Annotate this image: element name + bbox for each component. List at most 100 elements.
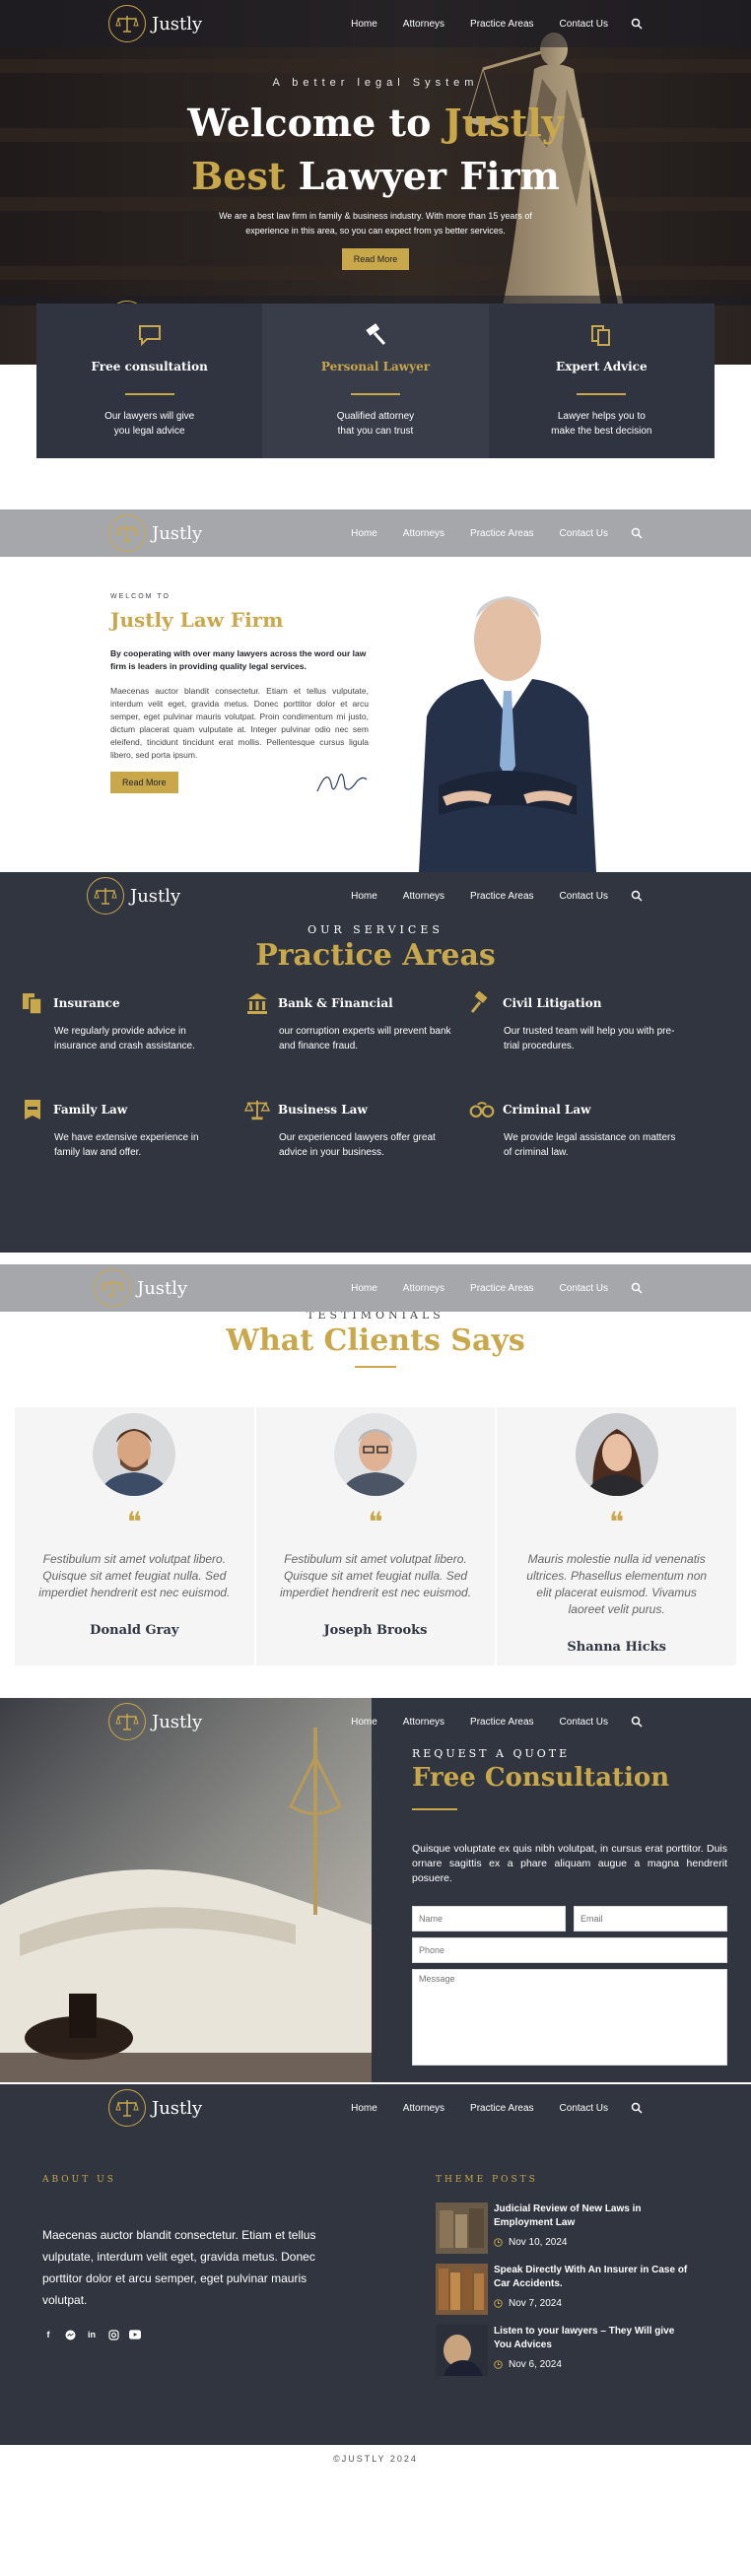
- nav-attorneys-link[interactable]: Attorneys: [390, 1717, 457, 1728]
- practice-item[interactable]: Criminal Law We provide legal assistance…: [469, 1097, 694, 1203]
- brand-logo[interactable]: Justly: [108, 2089, 202, 2127]
- testimonial-name: Donald Gray: [90, 1623, 179, 1638]
- scales-icon: [244, 1100, 270, 1120]
- nav-attorneys-link[interactable]: Attorneys: [390, 528, 457, 539]
- avatar: [93, 1413, 176, 1496]
- nav-contact-link[interactable]: Contact Us: [547, 1717, 621, 1728]
- phone-field[interactable]: [412, 1937, 727, 1963]
- hero-eyebrow: A better legal System: [272, 77, 479, 89]
- practice-item[interactable]: Insurance We regularly provide advice in…: [20, 990, 244, 1097]
- chat-icon: [138, 325, 161, 347]
- brand-logo[interactable]: Justly: [87, 877, 180, 915]
- name-field[interactable]: [412, 1906, 566, 1932]
- nav-home-link[interactable]: Home: [338, 19, 390, 30]
- post-date: Nov 6, 2024: [494, 2359, 692, 2370]
- nav-home-link[interactable]: Home: [338, 1717, 390, 1728]
- practice-item-text: Our trusted team will help you with pre-…: [504, 1026, 675, 1051]
- practice-item-text: We provide legal assistance on matters o…: [504, 1132, 676, 1158]
- brand-name: Justly: [152, 2097, 203, 2119]
- feature-card: Free consultation Our lawyers will give y…: [36, 304, 262, 458]
- practice-item-title: Bank & Financial: [278, 996, 393, 1010]
- brand-name: Justly: [130, 885, 181, 907]
- hero-subtitle-line: experience in this area, so you can expe…: [245, 226, 506, 236]
- youtube-icon[interactable]: [129, 2329, 141, 2340]
- sticky-nav: Justly Home Attorneys Practice Areas Con…: [0, 2084, 751, 2132]
- about-read-more-button[interactable]: Read More: [110, 772, 178, 793]
- search-icon[interactable]: [631, 1282, 643, 1294]
- search-icon[interactable]: [631, 1716, 643, 1728]
- brand-logo[interactable]: Justly: [108, 514, 202, 552]
- footer-about-heading: ABOUT US: [42, 2175, 116, 2185]
- feature-text: Lawyer helps you to make the best decisio…: [551, 411, 652, 437]
- practice-item[interactable]: Family Law We have extensive experience …: [20, 1097, 244, 1203]
- nav-practice-link[interactable]: Practice Areas: [457, 1283, 546, 1294]
- sticky-nav: Justly Home Attorneys Practice Areas Con…: [0, 1698, 751, 1745]
- features-section: Free consultation Our lawyers will give y…: [0, 304, 751, 458]
- scales-logo-icon: [101, 1280, 124, 1297]
- nav-contact-link[interactable]: Contact Us: [547, 2103, 621, 2114]
- consultation-section: Justly Home Attorneys Practice Areas Con…: [0, 1698, 751, 2082]
- nav-contact-link[interactable]: Contact Us: [547, 528, 621, 539]
- search-icon[interactable]: [631, 890, 643, 902]
- avatar: [575, 1413, 658, 1496]
- practice-areas-section: Justly Home Attorneys Practice Areas Con…: [0, 872, 751, 1253]
- gavel-icon: [366, 323, 386, 346]
- hero-title-highlight: Justly: [444, 101, 564, 145]
- feature-text: Qualified attorney that you can trust: [336, 411, 415, 437]
- feature-title: Personal Lawyer: [320, 360, 431, 373]
- post-title[interactable]: Judicial Review of New Laws in Employmen…: [494, 2203, 692, 2230]
- avatar: [334, 1413, 417, 1496]
- nav-contact-link[interactable]: Contact Us: [547, 1283, 621, 1294]
- post-title[interactable]: Speak Directly With An Insurer in Case o…: [494, 2264, 692, 2291]
- nav-practice-link[interactable]: Practice Areas: [457, 2103, 546, 2114]
- nav-attorneys-link[interactable]: Attorneys: [390, 891, 457, 902]
- testimonial-text: Festibulum sit amet volutpat libero. Qui…: [279, 1552, 472, 1599]
- footer-post[interactable]: Judicial Review of New Laws in Employmen…: [436, 2203, 692, 2254]
- nav-home-link[interactable]: Home: [338, 528, 390, 539]
- practice-eyebrow: OUR SERVICES: [307, 923, 444, 936]
- nav-contact-link[interactable]: Contact Us: [547, 19, 621, 30]
- messenger-icon[interactable]: [64, 2329, 76, 2340]
- nav-home-link[interactable]: Home: [338, 1283, 390, 1294]
- nav-home-link[interactable]: Home: [338, 891, 390, 902]
- search-icon[interactable]: [631, 18, 643, 30]
- footer-post[interactable]: Speak Directly With An Insurer in Case o…: [436, 2264, 692, 2315]
- scales-logo-icon: [115, 2100, 139, 2117]
- brand-logo[interactable]: Justly: [94, 1269, 187, 1307]
- footer-post[interactable]: Listen to your lawyers – They Will give …: [436, 2325, 692, 2376]
- feature-title: Free consultation: [91, 360, 208, 373]
- nav-practice-link[interactable]: Practice Areas: [457, 19, 546, 30]
- practice-item[interactable]: Civil Litigation Our trusted team will h…: [469, 990, 694, 1097]
- practice-item[interactable]: Business Law Our experienced lawyers off…: [244, 1097, 469, 1203]
- brand-logo[interactable]: Justly: [108, 5, 202, 42]
- hero-read-more-button[interactable]: Read More: [341, 248, 410, 270]
- practice-item-title: Civil Litigation: [503, 996, 602, 1010]
- bank-icon: [247, 993, 267, 1014]
- clock-icon: [494, 2299, 503, 2308]
- testimonial-card: ❝ Festibulum sit amet volutpat libero. Q…: [15, 1407, 254, 1665]
- email-field[interactable]: [574, 1906, 727, 1932]
- footer-section: Justly Home Attorneys Practice Areas Con…: [0, 2084, 751, 2445]
- post-thumbnail-image: [436, 2264, 488, 2315]
- linkedin-icon[interactable]: in: [86, 2329, 98, 2340]
- facebook-icon[interactable]: f: [42, 2329, 54, 2340]
- about-body: Maecenas auctor blandit consectetur. Eti…: [110, 686, 369, 760]
- brand-logo[interactable]: Justly: [108, 1703, 202, 1740]
- nav-contact-link[interactable]: Contact Us: [547, 891, 621, 902]
- search-icon[interactable]: [631, 2102, 643, 2114]
- clock-icon: [494, 2360, 503, 2369]
- brand-name: Justly: [152, 13, 203, 34]
- nav-practice-link[interactable]: Practice Areas: [457, 891, 546, 902]
- nav-attorneys-link[interactable]: Attorneys: [390, 1283, 457, 1294]
- instagram-icon[interactable]: [107, 2329, 119, 2340]
- nav-practice-link[interactable]: Practice Areas: [457, 1717, 546, 1728]
- nav-home-link[interactable]: Home: [338, 2103, 390, 2114]
- search-icon[interactable]: [631, 527, 643, 539]
- hero-title-part: Welcome to: [187, 101, 444, 145]
- nav-attorneys-link[interactable]: Attorneys: [390, 19, 457, 30]
- message-field[interactable]: [412, 1969, 727, 2066]
- post-title[interactable]: Listen to your lawyers – They Will give …: [494, 2325, 692, 2352]
- nav-practice-link[interactable]: Practice Areas: [457, 528, 546, 539]
- nav-attorneys-link[interactable]: Attorneys: [390, 2103, 457, 2114]
- practice-item[interactable]: Bank & Financial our corruption experts …: [244, 990, 469, 1097]
